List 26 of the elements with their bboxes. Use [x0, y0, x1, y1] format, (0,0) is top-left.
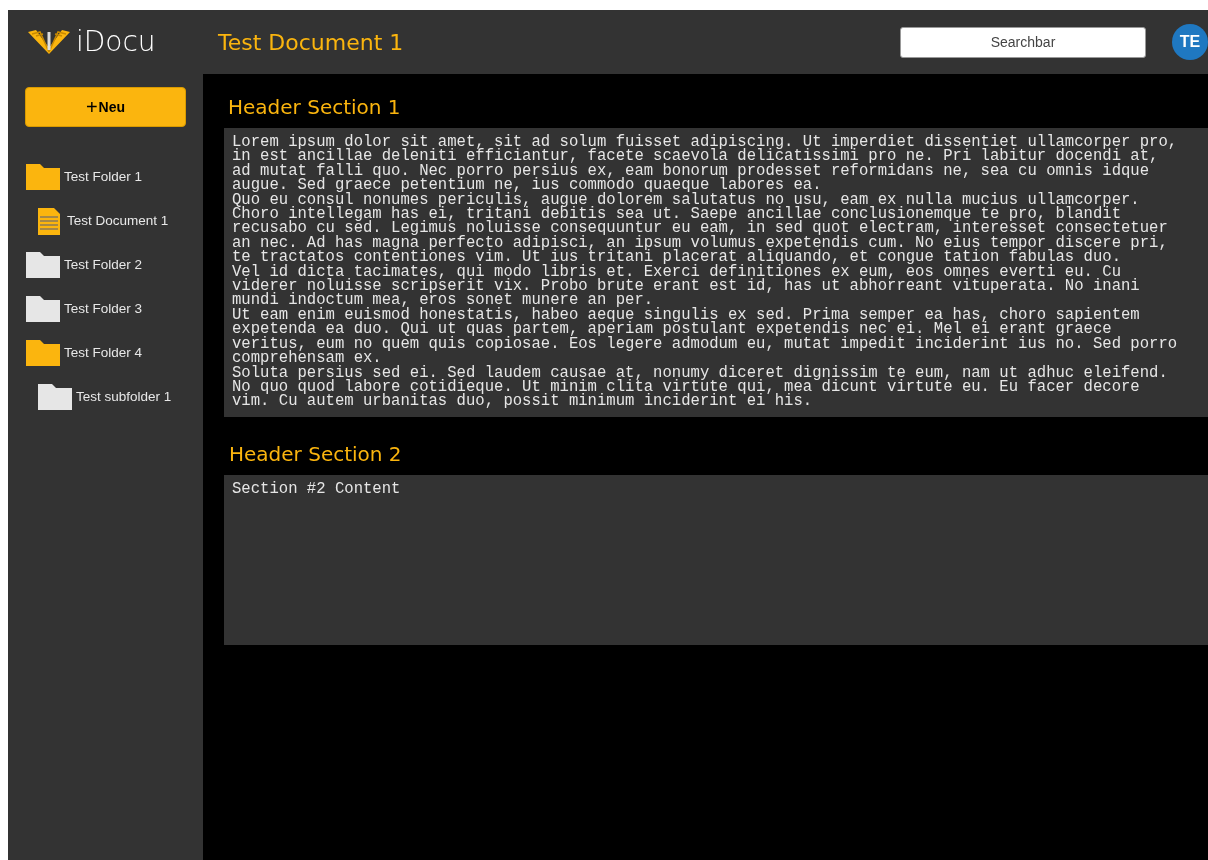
folder-icon: [26, 252, 60, 278]
search-field[interactable]: Searchbar: [900, 26, 1146, 58]
section-header: Header Section 2: [228, 440, 403, 468]
folder-icon: [26, 340, 60, 366]
tree-item[interactable]: Test subfolder 1: [76, 386, 172, 408]
folder-icon: [26, 164, 60, 190]
content-paragraph: Ut eam enim euismod honestatis, habeo aeque singulis ex sed. Prima semper ea has, choro sapientem expetenda ea duo. Qui ut quas partem, aperiam postulant expetendis nec ei. Mel ei erant graece veritus, eum no quem quis copiosae. Eos legere admodum eu, mutat impedit inciderint ius no. Sed porro comprehensam ex.: [232, 307, 1179, 366]
tree-item[interactable]: Test Folder 3: [64, 298, 143, 320]
content-paragraph: Section #2 Content: [232, 481, 402, 497]
tree-item[interactable]: Test Folder 2: [64, 254, 143, 276]
app-name: iDocu: [76, 28, 156, 56]
new-button[interactable]: +Neu: [25, 87, 186, 127]
content-paragraph: Vel id dicta tacimates, qui modo libris et. Exerci definitiones ex eum, eos omnes everti eu. Cu viderer noluisse scripserit vix. Probo brute erant est id, has ut abhorreant vituperata. No inani mundi indoctum mea, eros sonet munere an per.: [232, 264, 1141, 308]
content-paragraph: Quo eu consul nonumes periculis, augue dolorem salutatus no usu, eam ex nulla mucius ullamcorper. Choro intellegam has ei, tritani debitis sea ut. Saepe ancillae conclusionemque te pro, blandit recusabo cu sed. Legimus noluisse consequuntur eu eam, in sed quot electram, interesset consectetuer an nec. Ad has magna perfecto adipisci, an ipsum volumus expetendis cum. No eius tempor discere pri, te tractatos contentiones vim. Ut ius tritani placerat aliquando, et congue tation fabulas duo.: [232, 192, 1169, 265]
tree-item[interactable]: Test Document 1: [67, 210, 169, 232]
content-paragraph: Soluta persius sed ei. Sed laudem causae at, nonumy diceret dignissim te eum, nam ut adhuc eleifend. No quo quod labore cotidieque. Ut minim clita virtute qui, mea dicunt virtute eu. Eu facer decore vim. Cu autem urbanitas duo, possit minimum inciderint ei his.: [232, 365, 1169, 409]
document-icon: [38, 207, 60, 235]
section-header: Header Section 1: [227, 94, 402, 121]
folder-icon: [38, 384, 72, 410]
folder-icon: [26, 296, 60, 322]
user-avatar[interactable]: TE: [1172, 24, 1208, 60]
tree-item[interactable]: Test Folder 1: [64, 166, 143, 188]
book-logo-icon: [26, 28, 72, 56]
document-title: Test Document 1: [218, 28, 404, 57]
content-paragraph: Lorem ipsum dolor sit amet, sit ad solum fuisset adipiscing. Ut imperdiet dissentiet ullamcorper pro, in est ancillae deleniti efficiantur, facete scaevola delicatissimi pro ne. Pri labitur docendi at, ad mutat falli quo. Nec porro persius ex, eam bonorum prodesset reformidans ne, sea cu omnis idque augue. Sed graece petentium ne, ius commodo quaeque labores ea.: [232, 135, 1179, 193]
tree-item[interactable]: Test Folder 4: [64, 342, 143, 364]
